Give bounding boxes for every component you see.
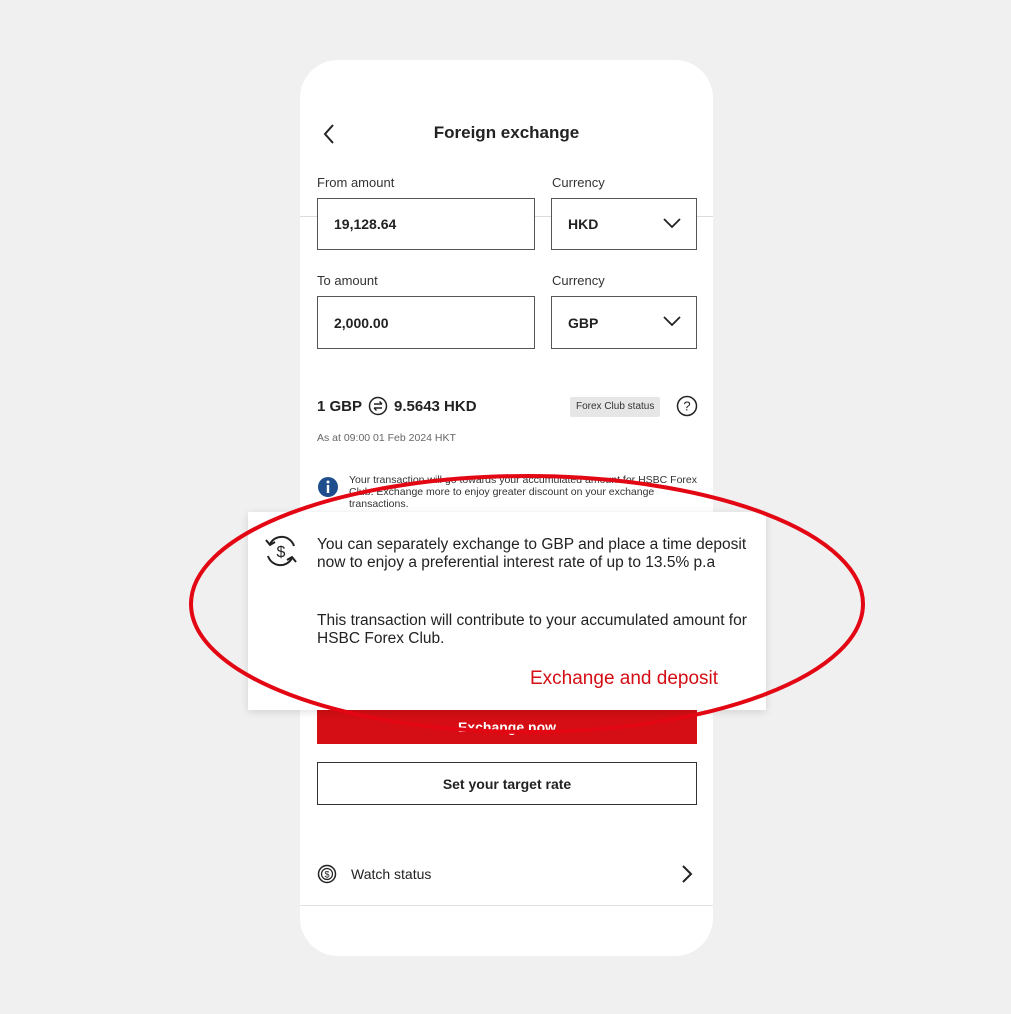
- rate-right: 9.5643 HKD: [394, 397, 477, 415]
- exchange-and-deposit-link[interactable]: Exchange and deposit: [530, 668, 718, 690]
- chevron-right-icon: [682, 865, 693, 883]
- watch-status-label: Watch status: [351, 866, 432, 882]
- forex-club-info-text: Your transaction will go towards your ac…: [349, 474, 698, 510]
- from-currency-select[interactable]: HKD: [551, 198, 697, 250]
- chevron-down-icon: [663, 316, 681, 327]
- currency-exchange-icon: $: [265, 535, 297, 567]
- forex-club-status-badge[interactable]: Forex Club status: [570, 397, 661, 417]
- from-amount-input[interactable]: 19,128.64: [317, 198, 535, 250]
- exchange-rate: 1 GBP 9.5643 HKD: [317, 396, 477, 416]
- popup-message-deposit: You can separately exchange to GBP and p…: [317, 536, 747, 571]
- from-currency-value: HKD: [568, 216, 599, 232]
- to-currency-select[interactable]: GBP: [551, 296, 697, 349]
- swap-icon: [368, 396, 388, 416]
- to-amount-label: To amount: [317, 273, 378, 288]
- page-title: Foreign exchange: [433, 123, 580, 142]
- from-currency-label: Currency: [552, 175, 605, 190]
- set-target-rate-button[interactable]: Set your target rate: [317, 762, 697, 805]
- to-currency-value: GBP: [568, 314, 599, 331]
- exchange-now-button[interactable]: Exchange now: [317, 710, 697, 744]
- from-amount-label: From amount: [317, 175, 395, 190]
- rate-left: 1 GBP: [317, 397, 363, 415]
- help-icon[interactable]: ?: [676, 395, 698, 417]
- to-amount-input[interactable]: 2,000.00: [317, 296, 535, 349]
- chevron-down-icon: [663, 218, 681, 229]
- watch-coin-icon: $: [317, 864, 337, 884]
- svg-text:?: ?: [683, 399, 690, 414]
- from-amount-value: 19,128.64: [334, 216, 397, 232]
- svg-text:$: $: [324, 870, 329, 880]
- to-currency-label: Currency: [552, 273, 605, 288]
- to-amount-value: 2,000.00: [334, 314, 389, 331]
- rate-timestamp: As at 09:00 01 Feb 2024 HKT: [317, 432, 456, 444]
- svg-text:$: $: [277, 544, 286, 561]
- info-icon: [318, 477, 338, 497]
- popup-message-forex-club: This transaction will contribute to your…: [317, 612, 747, 647]
- watch-status-row[interactable]: $ Watch status: [317, 858, 697, 890]
- divider: [300, 905, 713, 906]
